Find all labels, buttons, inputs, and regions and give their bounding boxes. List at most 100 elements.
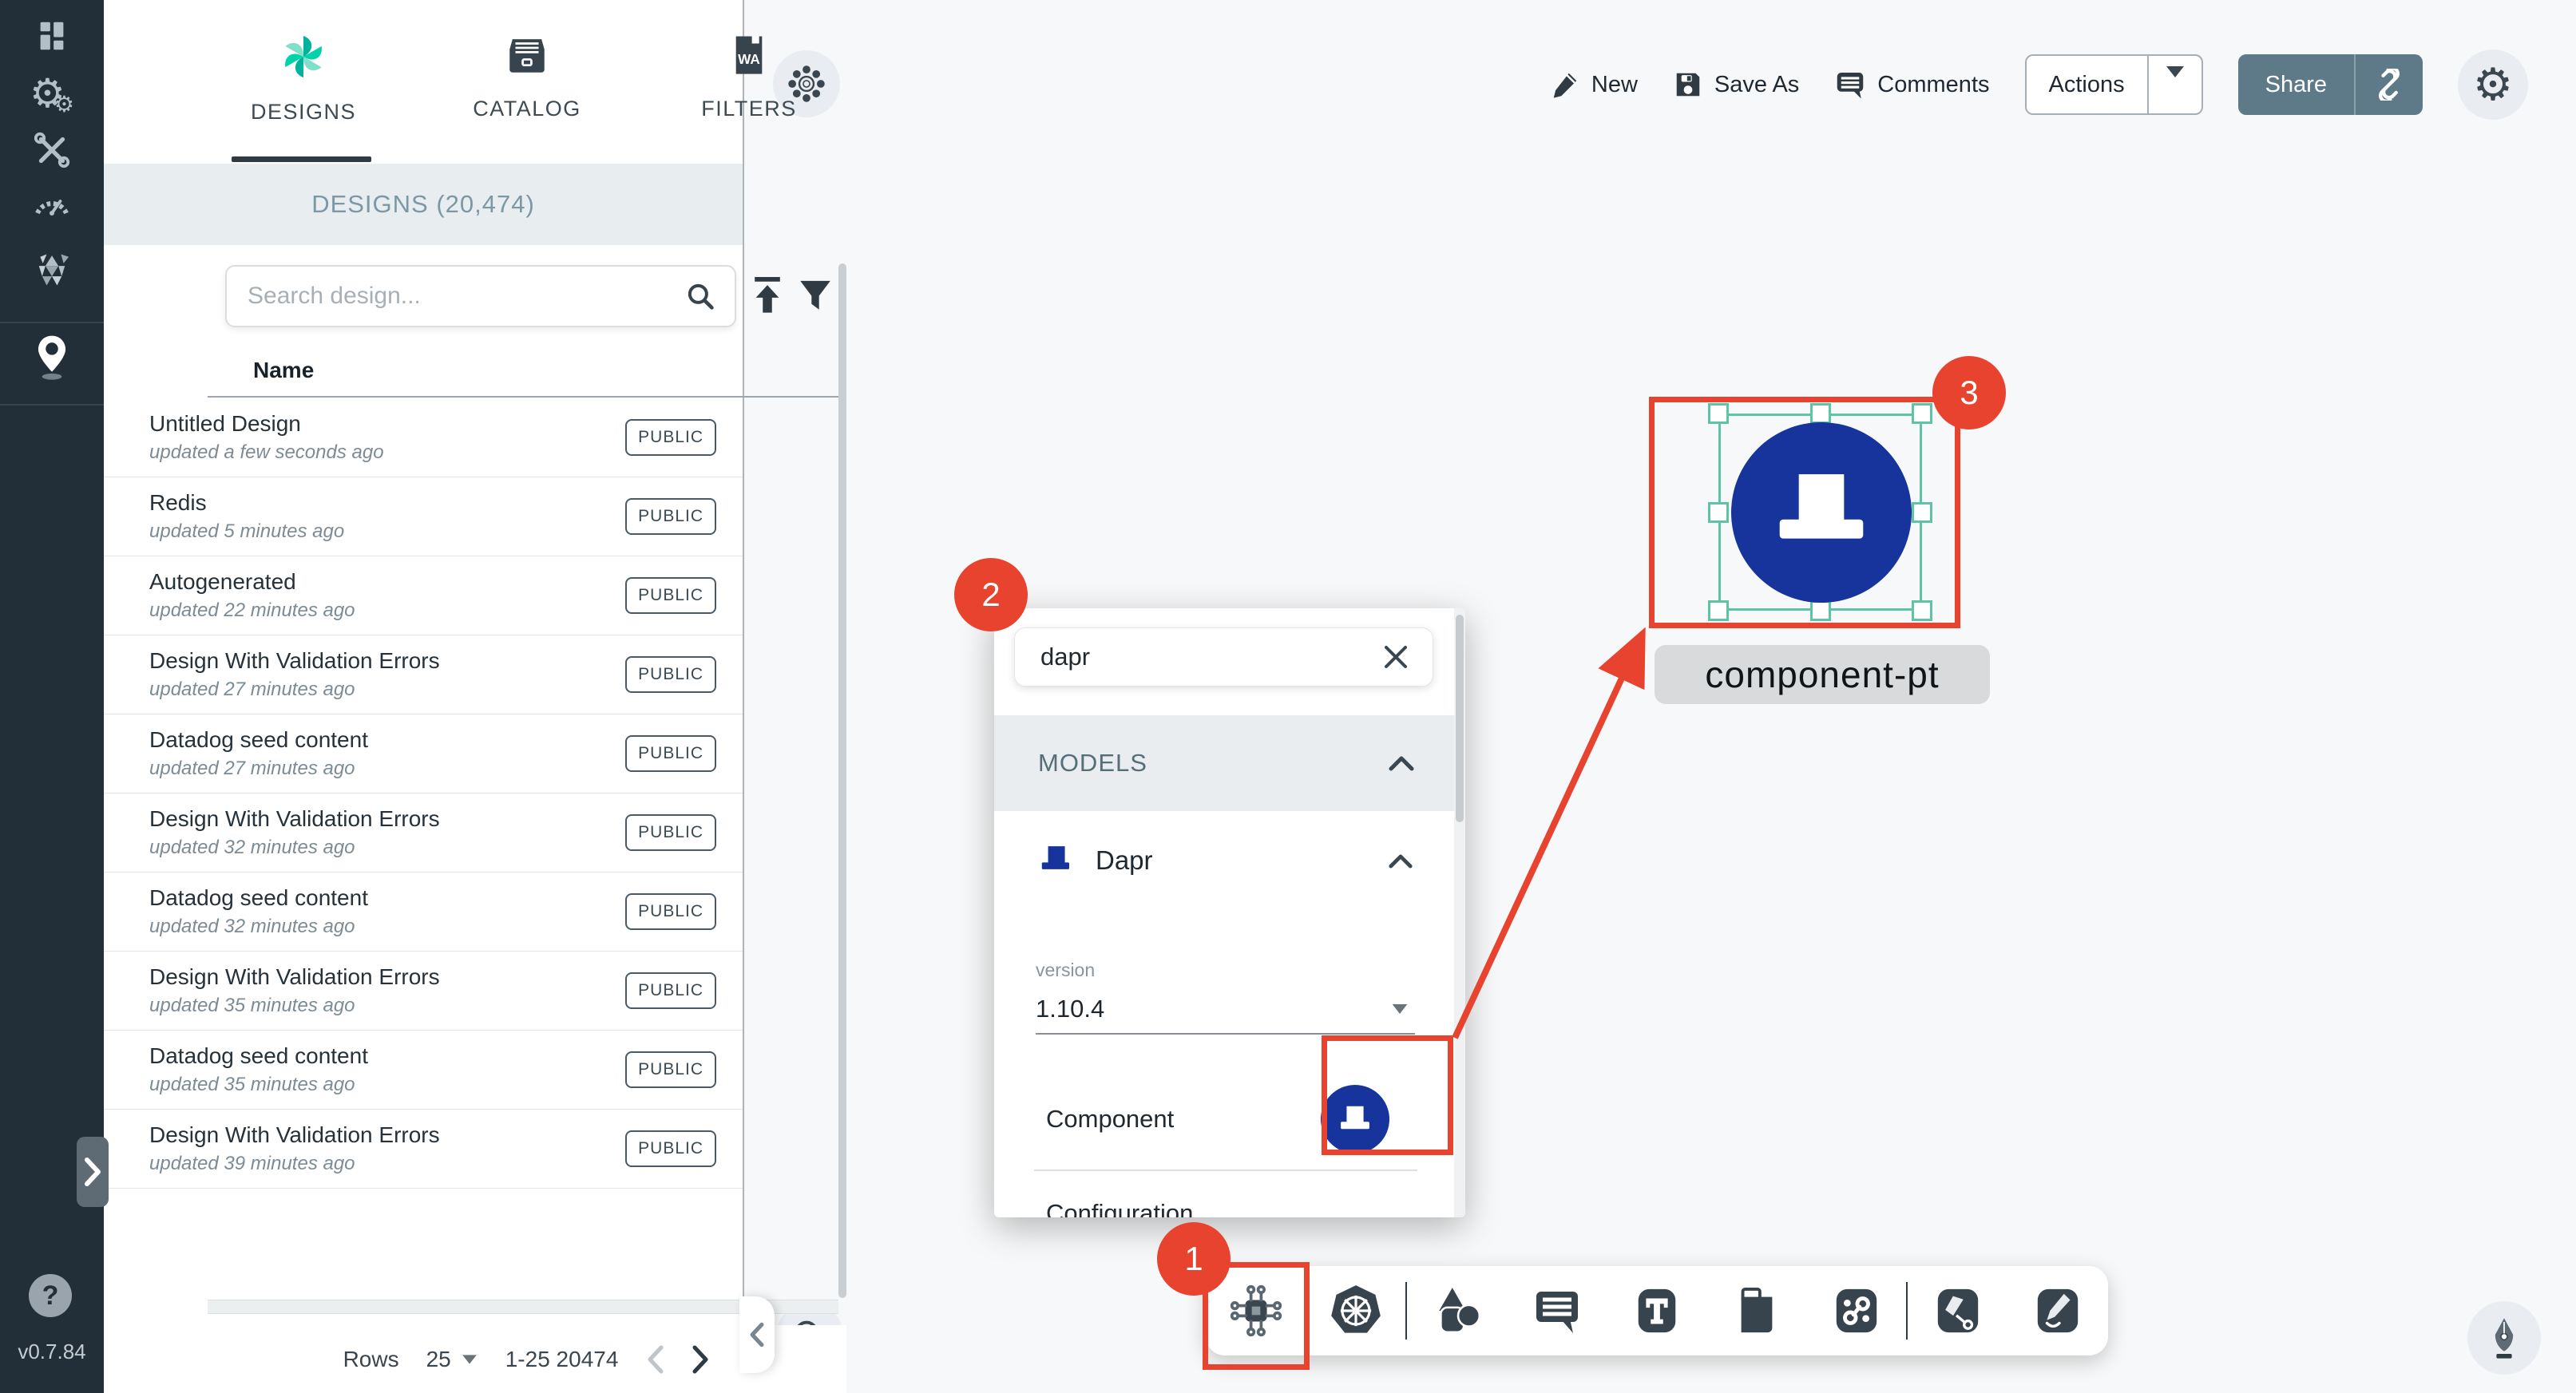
design-title: Untitled Design <box>149 411 301 437</box>
design-list-item[interactable]: Autogenerated updated 22 minutes ago PUB… <box>104 556 743 635</box>
design-updated: updated a few seconds ago <box>149 441 384 464</box>
design-updated: updated 5 minutes ago <box>149 520 344 543</box>
sidebar-divider <box>0 322 104 323</box>
design-updated: updated 22 minutes ago <box>149 600 355 622</box>
design-updated: updated 32 minutes ago <box>149 837 355 859</box>
search-icon[interactable] <box>684 279 735 313</box>
next-page-icon[interactable] <box>690 1344 711 1375</box>
visibility-badge: PUBLIC <box>625 577 716 614</box>
design-title: Autogenerated <box>149 569 296 595</box>
new-button[interactable]: New <box>1550 69 1638 100</box>
pen-connect-icon[interactable] <box>1908 1286 2007 1336</box>
tab-catalog[interactable]: CATALOG <box>447 32 607 121</box>
save-as-button[interactable]: Save As <box>1673 69 1799 100</box>
actions-dropdown-toggle[interactable] <box>2149 77 2201 92</box>
chevron-right-icon <box>82 1157 103 1187</box>
visibility-badge: PUBLIC <box>625 1051 716 1088</box>
column-header-name: Name <box>253 358 314 383</box>
design-list-item[interactable]: Datadog seed content updated 35 minutes … <box>104 1031 743 1110</box>
design-list-item[interactable]: Redis updated 5 minutes ago PUBLIC <box>104 477 743 556</box>
location-pin-icon[interactable] <box>0 332 104 382</box>
design-list-item[interactable]: Untitled Design updated a few seconds ag… <box>104 398 743 477</box>
filter-funnel-icon[interactable] <box>795 275 835 319</box>
design-title: Datadog seed content <box>149 885 368 911</box>
step-number: 1 <box>1184 1240 1203 1278</box>
visibility-badge: PUBLIC <box>625 498 716 535</box>
designs-list: Untitled Design updated a few seconds ag… <box>104 398 743 1189</box>
save-as-label: Save As <box>1714 72 1799 98</box>
pencil-draw-icon[interactable] <box>2007 1286 2107 1336</box>
design-updated: updated 27 minutes ago <box>149 758 355 780</box>
actions-split-button[interactable]: Actions <box>2025 54 2203 115</box>
catalog-drawer-icon <box>504 32 550 82</box>
visibility-badge: PUBLIC <box>625 972 716 1009</box>
rows-per-page-select[interactable]: 25 <box>426 1347 478 1372</box>
design-list-item[interactable]: Datadog seed content updated 27 minutes … <box>104 714 743 793</box>
step-number: 2 <box>981 576 1000 614</box>
text-icon[interactable] <box>1607 1286 1706 1336</box>
tab-designs-label: DESIGNS <box>251 100 356 125</box>
active-tab-indicator <box>232 156 371 162</box>
rows-label: Rows <box>343 1347 399 1372</box>
comments-button[interactable]: Comments <box>1834 69 1989 101</box>
annotation-badge-2: 2 <box>954 558 1028 631</box>
visibility-badge: PUBLIC <box>625 1130 716 1167</box>
sidebar-divider <box>0 404 104 406</box>
design-list-item[interactable]: Datadog seed content updated 32 minutes … <box>104 873 743 952</box>
design-updated: updated 35 minutes ago <box>149 995 355 1017</box>
design-title: Design With Validation Errors <box>149 1122 440 1148</box>
design-title: Design With Validation Errors <box>149 964 440 990</box>
design-list-item[interactable]: Design With Validation Errors updated 27… <box>104 635 743 714</box>
tools-icon[interactable] <box>0 131 104 169</box>
sidebar-expand-handle[interactable] <box>77 1137 109 1207</box>
annotation-arrow <box>744 0 2576 1393</box>
save-icon <box>1673 69 1703 100</box>
design-title: Datadog seed content <box>149 1043 368 1069</box>
link-chain-icon[interactable] <box>1806 1286 1906 1336</box>
design-list-item[interactable]: Design With Validation Errors updated 32… <box>104 793 743 873</box>
annotation-rect-component <box>1322 1035 1453 1155</box>
prev-page-icon[interactable] <box>645 1344 666 1375</box>
sticky-note-icon[interactable] <box>1706 1286 1806 1336</box>
annotation-badge-1: 1 <box>1157 1222 1231 1296</box>
design-list-item[interactable]: Design With Validation Errors updated 35… <box>104 952 743 1031</box>
performance-icon[interactable] <box>0 187 104 225</box>
tab-filters[interactable]: WA FILTERS <box>669 32 829 121</box>
kubernetes-icon[interactable] <box>1306 1284 1405 1338</box>
kanvas-app: ⚙⚙ ? v0.7.84 DESIGNS <box>0 0 2576 1393</box>
annotation-rect-3 <box>1649 397 1960 628</box>
panel-collapse-handle[interactable] <box>739 1296 775 1373</box>
design-title: Design With Validation Errors <box>149 648 440 674</box>
help-button[interactable]: ? <box>29 1274 72 1317</box>
publish-icon[interactable] <box>749 275 786 320</box>
designs-panel: DESIGNS CATALOG WA FILTERS DESIGNS (20,4… <box>104 0 744 1393</box>
rows-per-page-value: 25 <box>426 1347 451 1372</box>
tab-catalog-label: CATALOG <box>473 97 581 121</box>
annotation-badge-3: 3 <box>1932 356 2006 429</box>
visibility-badge: PUBLIC <box>625 735 716 772</box>
canvas-toolbar <box>1206 1266 2108 1355</box>
caret-down-icon <box>2166 66 2184 91</box>
dashboard-icon[interactable] <box>0 18 104 54</box>
app-sidebar: ⚙⚙ ? v0.7.84 <box>0 0 104 1393</box>
copy-link-button[interactable] <box>2356 69 2423 101</box>
share-split-button[interactable]: Share <box>2238 54 2423 115</box>
shapes-icon[interactable] <box>1407 1284 1507 1337</box>
design-actions-toolbar: New Save As Comments Actions Share ⚙ <box>1550 49 2528 120</box>
mesh-icon[interactable] <box>0 249 104 291</box>
settings-button[interactable]: ⚙ <box>2458 49 2528 120</box>
help-label: ? <box>42 1280 59 1312</box>
comment-icon <box>1834 69 1866 101</box>
meshery-logo-icon <box>279 32 328 85</box>
design-search-input[interactable] <box>227 283 684 310</box>
comment-icon[interactable] <box>1507 1285 1607 1336</box>
settings-gears-icon[interactable]: ⚙⚙ <box>0 70 104 117</box>
design-list-item[interactable]: Design With Validation Errors updated 39… <box>104 1110 743 1189</box>
design-updated: updated 35 minutes ago <box>149 1074 355 1096</box>
design-updated: updated 32 minutes ago <box>149 916 355 938</box>
gear-icon: ⚙ <box>2473 58 2513 111</box>
caret-down-icon <box>462 1355 477 1363</box>
designs-scrollbar[interactable] <box>838 263 846 1298</box>
header-divider <box>208 396 838 398</box>
tab-designs[interactable]: DESIGNS <box>224 32 383 125</box>
